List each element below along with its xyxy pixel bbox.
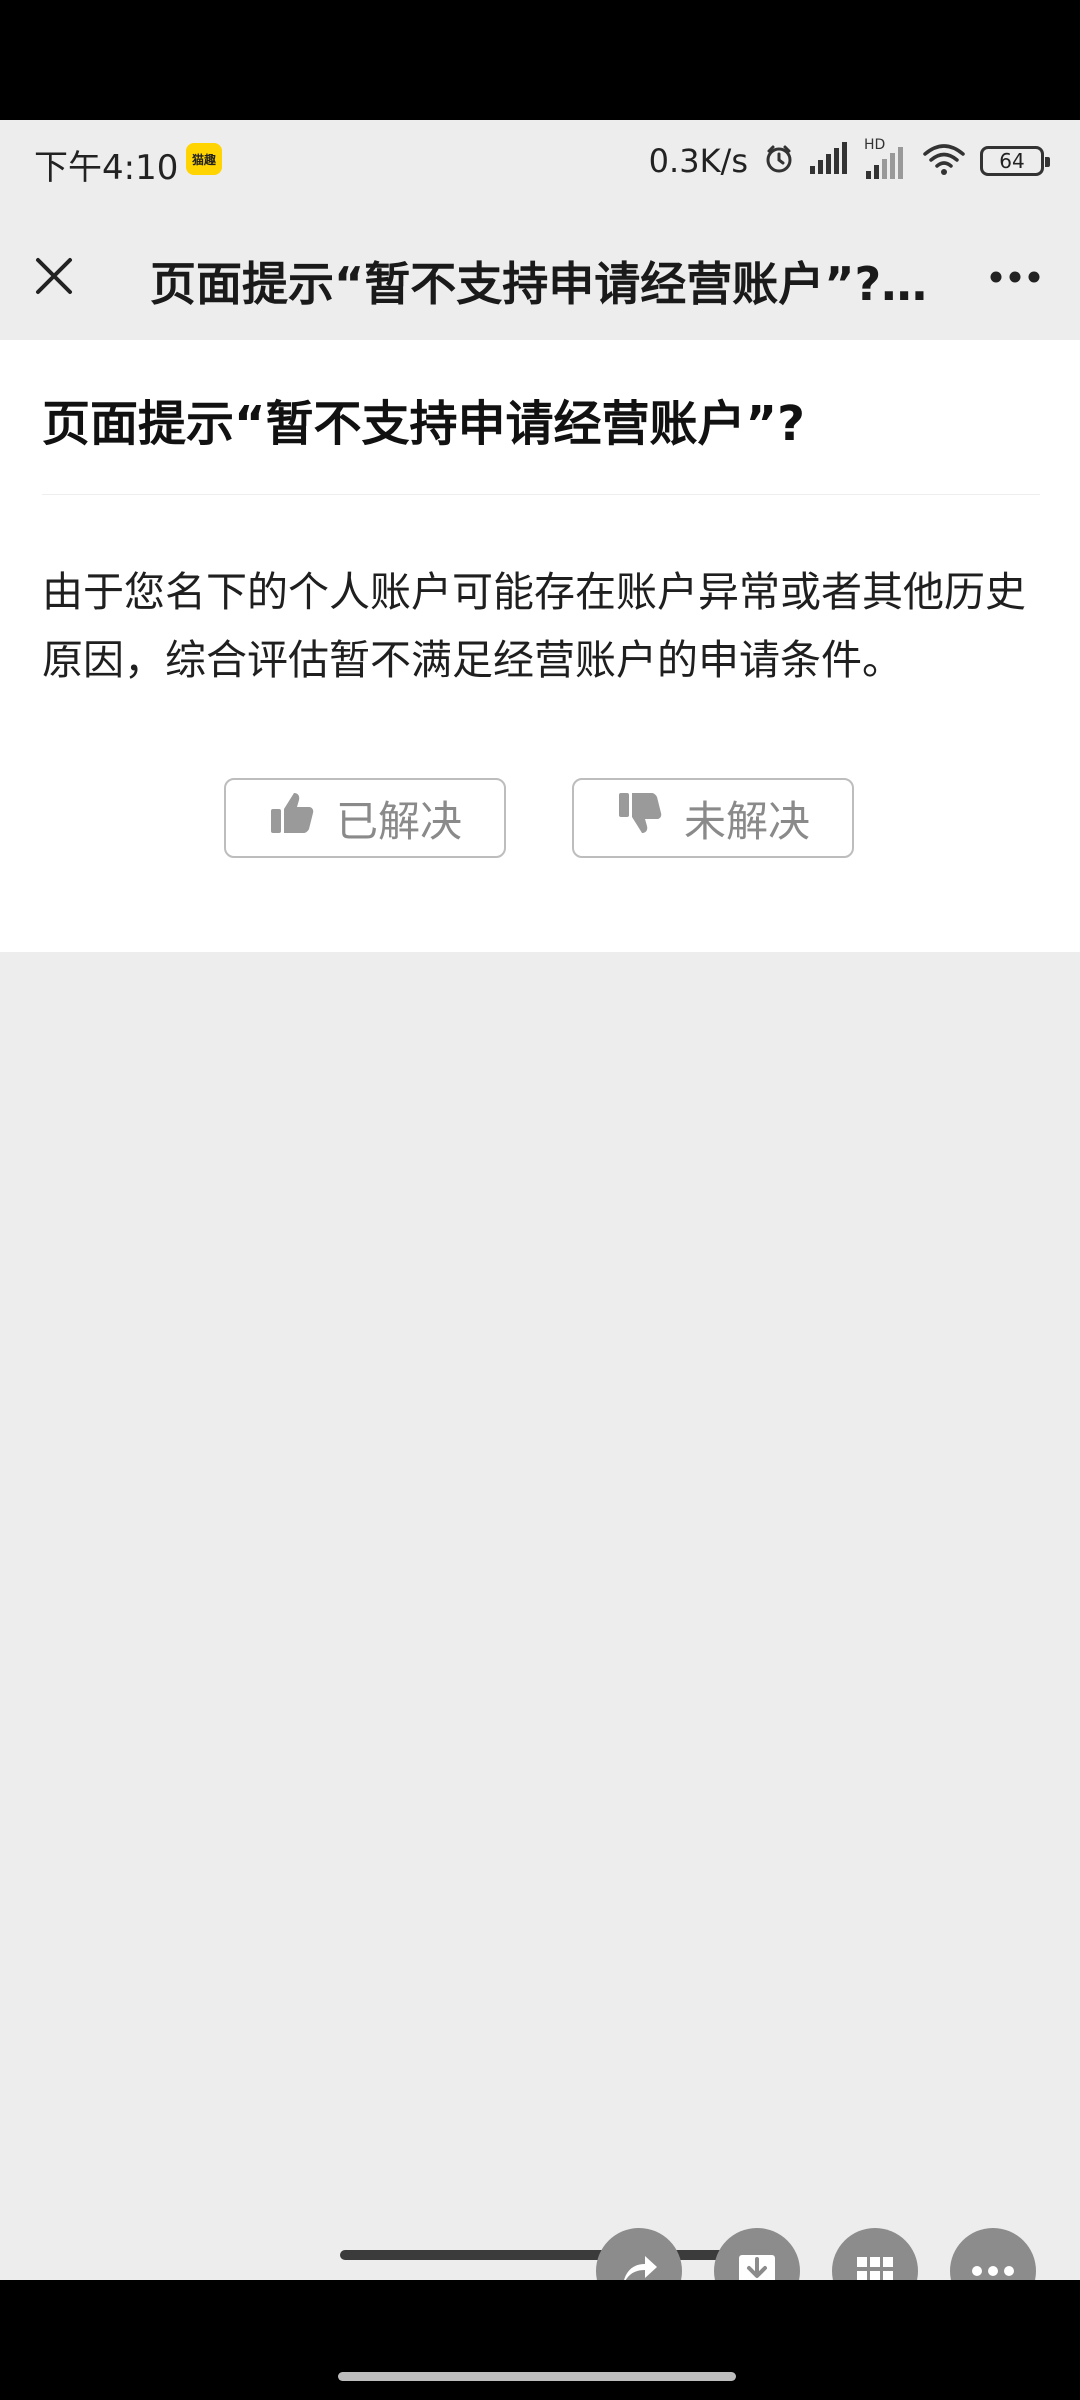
unsolved-label: 未解决: [683, 796, 810, 846]
solved-button[interactable]: 已解决: [224, 778, 506, 858]
close-icon: [34, 256, 74, 300]
divider: [42, 494, 1040, 495]
app-notification-icon: 猫趣: [186, 143, 222, 175]
more-button[interactable]: [980, 250, 1050, 306]
signal-icon: [810, 142, 850, 180]
wifi-icon: [922, 142, 966, 180]
article-card: 页面提示“暂不支持申请经营账户”? 由于您名下的个人账户可能存在账户异常或者其他…: [0, 340, 1080, 952]
article-title: 页面提示“暂不支持申请经营账户”?: [42, 396, 805, 452]
close-button[interactable]: [26, 250, 82, 306]
signal-hd-icon: HD: [864, 137, 908, 181]
solved-label: 已解决: [335, 796, 462, 846]
network-speed: 0.3K/s: [648, 142, 748, 180]
thumbs-up-icon: [268, 789, 316, 847]
more-horizontal-icon: [971, 2262, 1015, 2281]
battery-indicator: 64: [980, 146, 1050, 176]
unsolved-button[interactable]: 未解决: [572, 778, 854, 858]
article-body: 由于您名下的个人账户可能存在账户异常或者其他历史原因，综合评估暂不满足经营账户的…: [42, 568, 1026, 684]
top-system-bar: [0, 0, 1080, 120]
nav-bar: 页面提示“暂不支持申请经营账户”? ...: [0, 210, 1080, 340]
thumbs-down-icon: [616, 789, 664, 847]
status-bar: 下午4:10 猫趣 0.3K/s HD 64: [0, 120, 1080, 210]
more-icon: [989, 269, 1041, 288]
nav-title: 页面提示“暂不支持申请经营账户”? ...: [150, 257, 930, 311]
status-right: 0.3K/s HD 64: [648, 136, 1050, 186]
alarm-icon: [762, 142, 796, 180]
status-time: 下午4:10: [34, 148, 179, 188]
home-indicator[interactable]: [338, 2372, 736, 2381]
bottom-system-bar: [0, 2280, 1080, 2400]
